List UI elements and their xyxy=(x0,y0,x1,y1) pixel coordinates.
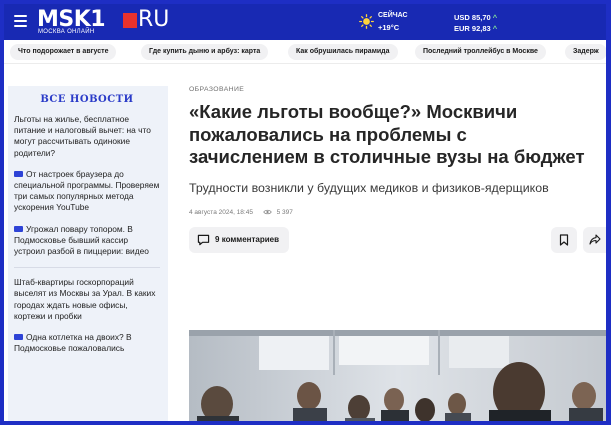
chat-bubble-icon xyxy=(197,234,210,245)
trending-chip[interactable]: Как обрушилась пирамида xyxy=(288,44,398,60)
comments-label: комментариев xyxy=(221,234,280,244)
logo-ru: RU xyxy=(138,7,170,32)
article-photo xyxy=(189,330,606,421)
trending-chip[interactable]: Где купить дыню и арбуз: карта xyxy=(141,44,269,60)
news-item[interactable]: Льготы на жилье, бесплатное питание и на… xyxy=(14,114,160,159)
bookmark-button[interactable] xyxy=(551,226,577,253)
article-headline: «Какие льготы вообще?» Москвичи пожалова… xyxy=(189,101,585,167)
article-category[interactable]: ОБРАЗОВАНИЕ xyxy=(189,86,606,93)
article: ОБРАЗОВАНИЕ «Какие льготы вообще?» Москв… xyxy=(189,86,606,255)
eye-icon xyxy=(263,209,272,214)
sidebar-title[interactable]: ВСЕ НОВОСТИ xyxy=(14,94,160,105)
eur-value: EUR 92,83 xyxy=(454,24,491,33)
article-views: 5 397 xyxy=(276,208,293,216)
article-actions: 9 комментариев xyxy=(189,226,606,255)
video-camera-icon xyxy=(14,170,23,177)
comments-button[interactable]: 9 комментариев xyxy=(189,226,290,253)
article-lede: Трудности возникли у будущих медиков и ф… xyxy=(189,180,549,195)
trending-chip[interactable]: Задерж xyxy=(565,44,606,60)
comments-count: 9 xyxy=(215,234,220,244)
weather-label: СЕЙЧАС xyxy=(378,12,408,19)
divider xyxy=(14,267,160,269)
trending-chip[interactable]: Последний троллейбус в Москве xyxy=(415,44,546,60)
arrow-up-icon: ^ xyxy=(492,24,498,33)
news-item-text: От настроек браузера до специальной прог… xyxy=(14,168,160,213)
news-item[interactable]: Угрожал повару топором. В Подмосковье бы… xyxy=(14,224,160,258)
news-item[interactable]: Одна котлетка на двоих? В Подмосковье по… xyxy=(14,332,160,354)
video-camera-icon xyxy=(14,334,23,341)
news-item[interactable]: Штаб-квартиры госкорпораций выселят из М… xyxy=(14,277,160,322)
news-item-text: Одна котлетка на двоих? В Подмосковье по… xyxy=(14,332,132,354)
news-feed-sidebar: ВСЕ НОВОСТИ Льготы на жилье, бесплатное … xyxy=(8,86,168,421)
share-button[interactable] xyxy=(583,226,606,253)
arrow-up-icon: ^ xyxy=(492,13,498,22)
bookmark-icon xyxy=(559,233,569,246)
video-camera-icon xyxy=(14,225,23,232)
weather-temperature: +19°C xyxy=(378,23,400,32)
logo-flag xyxy=(123,13,137,28)
news-item[interactable]: От настроек браузера до специальной прог… xyxy=(14,169,160,214)
sun-icon xyxy=(359,14,374,29)
share-icon xyxy=(589,234,601,245)
currency-rates[interactable]: USD 85,70 ^ EUR 92,83 ^ xyxy=(454,12,497,34)
usd-rate: USD 85,70 ^ xyxy=(454,12,497,23)
article-date: 4 августа 2024, 18:45 xyxy=(189,208,253,216)
article-photo-image xyxy=(189,330,606,421)
trending-topics-bar: Что подорожает в августе Где купить дыню… xyxy=(4,40,606,64)
site-header: MSK1 RU МОСКВА ОНЛАЙН СЕЙЧАС +19°C USD 8… xyxy=(4,4,606,40)
usd-value: USD 85,70 xyxy=(454,13,491,22)
menu-icon[interactable] xyxy=(14,15,27,27)
logo-subtitle: МОСКВА ОНЛАЙН xyxy=(38,29,95,35)
eur-rate: EUR 92,83 ^ xyxy=(454,23,497,34)
news-item-text: Угрожал повару топором. В Подмосковье бы… xyxy=(14,223,149,257)
news-item-text: Штаб-квартиры госкорпораций выселят из М… xyxy=(14,277,156,321)
trending-chip[interactable]: Что подорожает в августе xyxy=(10,44,117,60)
page-frame: MSK1 RU МОСКВА ОНЛАЙН СЕЙЧАС +19°C USD 8… xyxy=(0,0,611,425)
article-meta: 4 августа 2024, 18:45 5 397 xyxy=(189,208,606,216)
news-item-text: Льготы на жилье, бесплатное питание и на… xyxy=(14,114,151,158)
